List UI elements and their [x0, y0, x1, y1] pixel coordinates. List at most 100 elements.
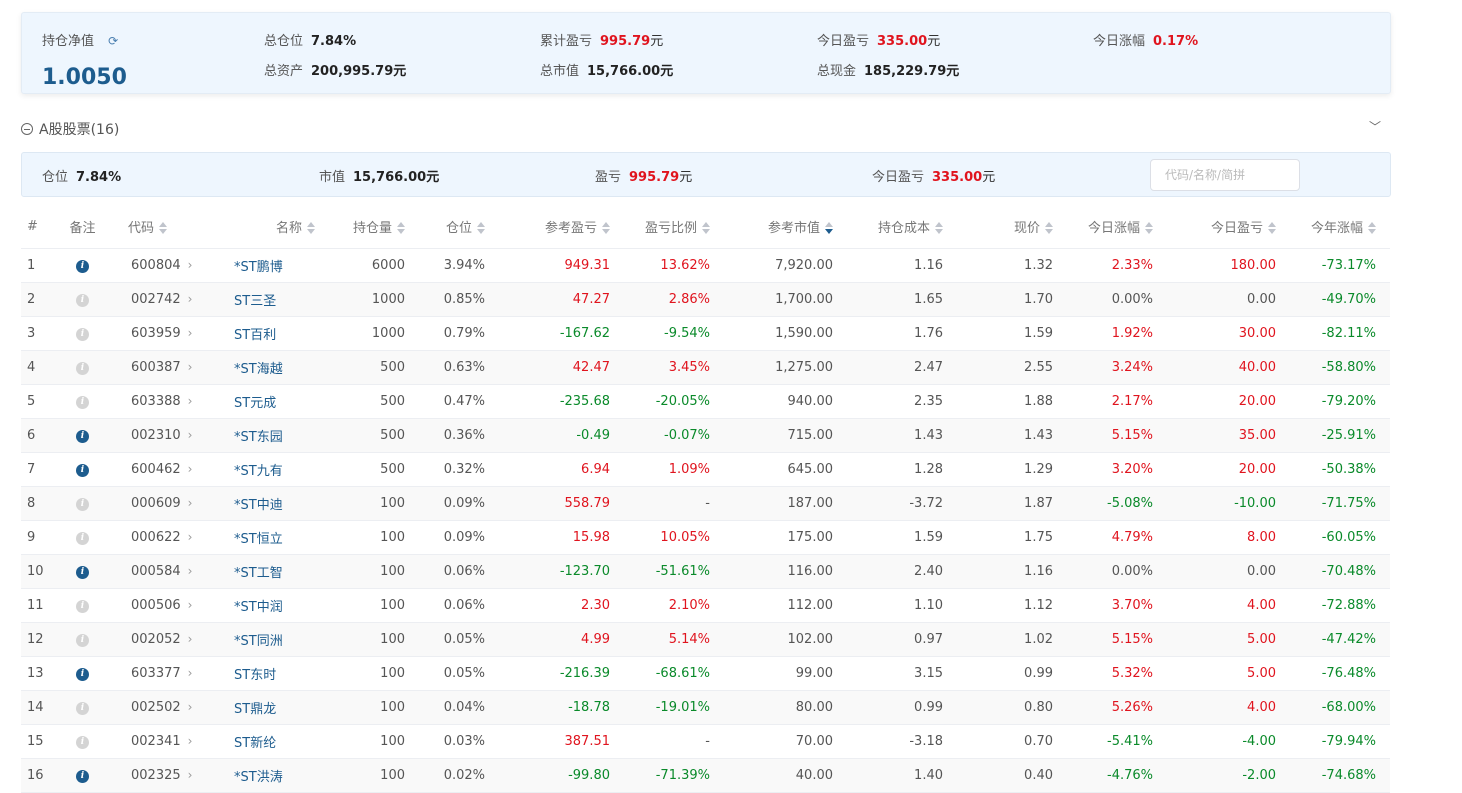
column-header[interactable]: 今日盈亏: [1163, 205, 1286, 249]
code-cell[interactable]: 002052 ›: [110, 622, 220, 657]
table-row[interactable]: 11 i 000506 › *ST中润 100 0.06% 2.30 2.10% 112.00 1.…: [21, 588, 1390, 623]
stock-code[interactable]: 603388: [131, 394, 181, 409]
chevron-right-icon[interactable]: ›: [188, 700, 193, 714]
info-icon[interactable]: i: [76, 294, 89, 307]
column-header[interactable]: 今年涨幅: [1286, 205, 1390, 249]
sort-icon[interactable]: [159, 222, 168, 235]
note-cell[interactable]: i: [55, 690, 110, 725]
chevron-right-icon[interactable]: ›: [188, 496, 193, 510]
code-cell[interactable]: 600804 ›: [110, 248, 220, 283]
code-cell[interactable]: 600462 ›: [110, 452, 220, 487]
code-cell[interactable]: 002341 ›: [110, 724, 220, 759]
note-cell[interactable]: i: [55, 554, 110, 589]
stock-code[interactable]: 603959: [131, 326, 181, 341]
sort-icon[interactable]: [602, 222, 610, 235]
table-row[interactable]: 9 i 000622 › *ST恒立 100 0.09% 15.98 10.05% 175.00 1…: [21, 520, 1390, 555]
note-cell[interactable]: i: [55, 316, 110, 351]
note-cell[interactable]: i: [55, 724, 110, 759]
stock-name-link[interactable]: *ST海越: [220, 350, 325, 385]
table-row[interactable]: 4 i 600387 › *ST海越 500 0.63% 42.47 3.45% 1,275.00…: [21, 350, 1390, 385]
note-cell[interactable]: i: [55, 350, 110, 385]
chevron-right-icon[interactable]: ›: [188, 768, 193, 782]
stock-name-link[interactable]: *ST东园: [220, 418, 325, 453]
chevron-right-icon[interactable]: ›: [188, 666, 193, 680]
column-header[interactable]: 今日涨幅: [1063, 205, 1163, 249]
stock-name-link[interactable]: *ST中润: [220, 588, 325, 623]
stock-name-link[interactable]: *ST恒立: [220, 520, 325, 555]
stock-code[interactable]: 002742: [131, 292, 181, 307]
code-cell[interactable]: 002310 ›: [110, 418, 220, 453]
note-cell[interactable]: i: [55, 588, 110, 623]
table-row[interactable]: 3 i 603959 › ST百利 1000 0.79% -167.62 -9.54% 1,590…: [21, 316, 1390, 351]
stock-name-link[interactable]: *ST中迪: [220, 486, 325, 521]
stock-name-link[interactable]: ST百利: [220, 316, 325, 351]
sort-icon[interactable]: [1368, 222, 1376, 235]
code-cell[interactable]: 002502 ›: [110, 690, 220, 725]
column-header[interactable]: 盈亏比例: [620, 205, 720, 249]
column-header[interactable]: 名称: [220, 205, 325, 249]
stock-code[interactable]: 000622: [131, 530, 181, 545]
column-header[interactable]: 持仓成本: [843, 205, 953, 249]
chevron-right-icon[interactable]: ›: [188, 530, 193, 544]
stock-name-link[interactable]: *ST洪涛: [220, 758, 325, 793]
chevron-right-icon[interactable]: ›: [188, 326, 193, 340]
chevron-right-icon[interactable]: ›: [188, 394, 193, 408]
stock-code[interactable]: 002502: [131, 700, 181, 715]
table-row[interactable]: 5 i 603388 › ST元成 500 0.47% -235.68 -20.05% 940.0…: [21, 384, 1390, 419]
table-row[interactable]: 10 i 000584 › *ST工智 100 0.06% -123.70 -51.61% 116…: [21, 554, 1390, 589]
stock-code[interactable]: 002341: [131, 734, 181, 749]
chevron-right-icon[interactable]: ›: [188, 462, 193, 476]
info-icon[interactable]: i: [76, 498, 89, 511]
table-row[interactable]: 6 i 002310 › *ST东园 500 0.36% -0.49 -0.07% 715.00 1…: [21, 418, 1390, 453]
note-cell[interactable]: i: [55, 486, 110, 521]
info-icon[interactable]: i: [76, 362, 89, 375]
note-cell[interactable]: i: [55, 384, 110, 419]
info-icon[interactable]: i: [76, 702, 89, 715]
code-cell[interactable]: 002325 ›: [110, 758, 220, 793]
table-row[interactable]: 13 i 603377 › ST东时 100 0.05% -216.39 -68.61% 99.0…: [21, 656, 1390, 691]
sort-icon[interactable]: [825, 222, 833, 235]
code-cell[interactable]: 603377 ›: [110, 656, 220, 691]
column-header[interactable]: 仓位: [415, 205, 495, 249]
refresh-icon[interactable]: ⟳: [108, 34, 118, 48]
sort-icon[interactable]: [477, 222, 485, 235]
note-cell[interactable]: i: [55, 452, 110, 487]
note-cell[interactable]: i: [55, 418, 110, 453]
stock-name-link[interactable]: ST鼎龙: [220, 690, 325, 725]
column-header[interactable]: 参考市值: [720, 205, 843, 249]
chevron-right-icon[interactable]: ›: [188, 360, 193, 374]
code-cell[interactable]: 000622 ›: [110, 520, 220, 555]
code-cell[interactable]: 000584 ›: [110, 554, 220, 589]
info-icon[interactable]: i: [76, 532, 89, 545]
chevron-right-icon[interactable]: ›: [188, 428, 193, 442]
info-icon[interactable]: i: [76, 430, 89, 443]
search-input[interactable]: [1150, 159, 1300, 191]
code-cell[interactable]: 603959 ›: [110, 316, 220, 351]
table-row[interactable]: 16 i 002325 › *ST洪涛 100 0.02% -99.80 -71.39% 40.0…: [21, 758, 1390, 793]
stock-code[interactable]: 000584: [131, 564, 181, 579]
chevron-right-icon[interactable]: ›: [188, 258, 193, 272]
sort-icon[interactable]: [307, 222, 315, 235]
info-icon[interactable]: i: [76, 736, 89, 749]
code-cell[interactable]: 603388 ›: [110, 384, 220, 419]
table-row[interactable]: 1 i 600804 › *ST鹏博 6000 3.94% 949.31 13.62% 7,920…: [21, 248, 1390, 283]
table-row[interactable]: 8 i 000609 › *ST中迪 100 0.09% 558.79-187.00 -3.72…: [21, 486, 1390, 521]
stock-code[interactable]: 002052: [131, 632, 181, 647]
stock-name-link[interactable]: ST元成: [220, 384, 325, 419]
chevron-right-icon[interactable]: ›: [188, 598, 193, 612]
stock-code[interactable]: 000609: [131, 496, 181, 511]
info-icon[interactable]: i: [76, 770, 89, 783]
stock-code[interactable]: 002325: [131, 768, 181, 783]
note-cell[interactable]: i: [55, 758, 110, 793]
note-cell[interactable]: i: [55, 248, 110, 283]
column-header[interactable]: 代码: [110, 205, 220, 249]
stock-code[interactable]: 600804: [131, 258, 181, 273]
chevron-right-icon[interactable]: ›: [188, 564, 193, 578]
column-header[interactable]: 持仓量: [325, 205, 415, 249]
stock-name-link[interactable]: *ST同洲: [220, 622, 325, 657]
info-icon[interactable]: i: [76, 668, 89, 681]
code-cell[interactable]: 000609 ›: [110, 486, 220, 521]
chevron-right-icon[interactable]: ›: [188, 734, 193, 748]
info-icon[interactable]: i: [76, 464, 89, 477]
stock-name-link[interactable]: ST三圣: [220, 282, 325, 317]
